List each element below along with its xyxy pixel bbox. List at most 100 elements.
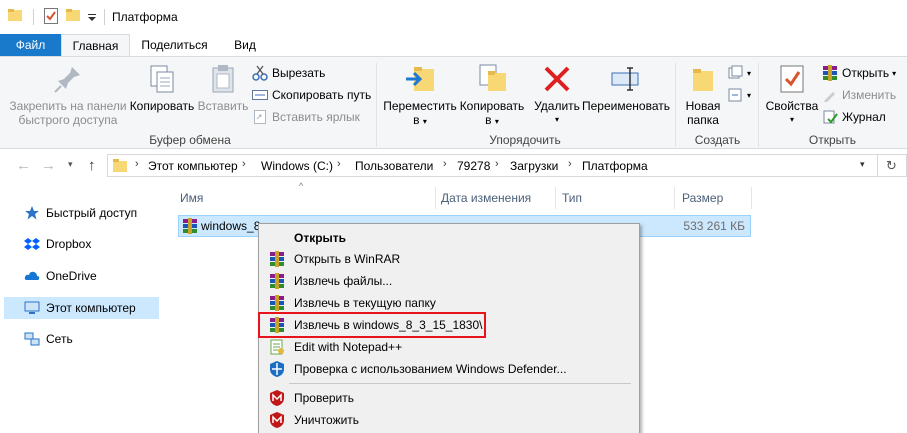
paste-button[interactable]: Вставить — [197, 63, 249, 113]
menu-item-open[interactable]: Открыть — [261, 227, 637, 249]
mcafee-icon — [269, 412, 285, 428]
history-icon — [822, 109, 838, 125]
delete-label: Удалить — [534, 99, 580, 113]
up-arrow-icon[interactable]: ↑ — [88, 157, 96, 174]
customize-toolbar-icon[interactable] — [88, 11, 96, 21]
rename-button[interactable]: Переименовать — [582, 63, 670, 113]
new-folder-button[interactable]: Новая папка — [678, 63, 728, 127]
chevron-down-icon[interactable]: ▾ — [860, 159, 865, 170]
menu-item-label: Открыть в WinRAR — [294, 252, 401, 266]
chevron-right-icon[interactable]: › — [443, 158, 447, 170]
dropdown-arrow-icon: ▾ — [892, 68, 897, 78]
file-size: 533 261 КБ — [683, 219, 745, 233]
tab-view[interactable]: Вид — [219, 34, 271, 57]
copy-button[interactable]: Копировать — [128, 63, 196, 113]
menu-item-extract-here[interactable]: Извлечь в текущую папку — [261, 292, 637, 314]
ribbon-tabs: Файл Главная Поделиться Вид — [0, 34, 907, 57]
paste-shortcut-button[interactable]: Вставить ярлык — [252, 107, 360, 127]
nav-item-dropbox[interactable]: Dropbox — [4, 233, 159, 255]
move-to-button[interactable]: Переместить в ▾ — [382, 63, 458, 129]
divider — [376, 63, 377, 147]
menu-item-notepad[interactable]: Edit with Notepad++ — [261, 336, 637, 358]
star-icon — [24, 205, 40, 221]
breadcrumb-this-pc[interactable]: Этот компьютер — [148, 159, 238, 173]
copy-to-label-line2: в — [485, 113, 492, 127]
refresh-button[interactable]: ↻ — [878, 154, 907, 177]
nav-item-label: Dropbox — [46, 237, 92, 251]
breadcrumb-users[interactable]: Пользователи — [355, 159, 433, 173]
history-button[interactable]: Журнал — [822, 107, 886, 127]
pin-quick-access-button[interactable]: Закрепить на панели быстрого доступа — [8, 63, 128, 127]
menu-item-label: Edit with Notepad++ — [294, 340, 403, 354]
properties-icon[interactable] — [44, 8, 58, 24]
chevron-right-icon[interactable]: › — [135, 158, 139, 170]
divider — [555, 187, 556, 209]
tab-home[interactable]: Главная — [61, 34, 130, 57]
menu-item-label: Извлечь файлы... — [294, 274, 393, 288]
properties-button[interactable]: Свойства ▾ — [762, 63, 822, 127]
recent-locations-icon[interactable]: ▾ — [68, 159, 73, 170]
edit-button[interactable]: Изменить — [822, 85, 896, 105]
divider — [104, 9, 105, 25]
menu-item-open-winrar[interactable]: Открыть в WinRAR — [261, 248, 637, 270]
breadcrumb-downloads[interactable]: Загрузки — [510, 159, 558, 173]
nav-item-label: Быстрый доступ — [46, 206, 138, 220]
open-group-label: Открыть — [808, 133, 857, 147]
forward-arrow-icon[interactable]: → — [41, 157, 56, 174]
chevron-right-icon[interactable]: › — [495, 158, 499, 170]
menu-item-defender-scan[interactable]: Проверка с использованием Windows Defend… — [261, 358, 637, 380]
tab-file[interactable]: Файл — [0, 34, 61, 57]
address-bar[interactable]: › Этот компьютер › Windows (C:) › Пользо… — [107, 154, 878, 177]
cut-label: Вырезать — [272, 66, 326, 80]
pin-label-line2: быстрого доступа — [18, 113, 118, 127]
chevron-right-icon[interactable]: › — [242, 158, 246, 170]
divider — [751, 187, 752, 209]
easy-access-button[interactable]: ▾ — [727, 85, 751, 105]
open-button[interactable]: Открыть ▾ — [822, 63, 896, 83]
tab-share[interactable]: Поделиться — [130, 34, 219, 57]
delete-button[interactable]: Удалить ▾ — [532, 63, 582, 127]
chevron-right-icon[interactable]: › — [568, 158, 572, 170]
column-header-date[interactable]: Дата изменения — [441, 187, 531, 209]
menu-item-label: Извлечь в текущую папку — [294, 296, 436, 310]
new-item-button[interactable]: ▾ — [727, 63, 751, 83]
nav-item-onedrive[interactable]: OneDrive — [4, 265, 159, 287]
nav-item-this-pc[interactable]: Этот компьютер — [4, 297, 159, 319]
divider — [675, 63, 676, 147]
new-item-icon — [727, 65, 743, 81]
open-label: Открыть — [842, 66, 890, 80]
back-arrow-icon[interactable]: ← — [16, 157, 31, 174]
menu-item-label: Проверить — [294, 391, 355, 405]
folder-icon — [8, 9, 22, 21]
breadcrumb-user[interactable]: 79278 — [457, 159, 490, 173]
cut-button[interactable]: Вырезать — [252, 63, 325, 83]
chevron-right-icon[interactable]: › — [337, 158, 341, 170]
sort-indicator-icon: ^ — [299, 181, 304, 191]
navigation-pane: Быстрый доступ Dropbox OneDrive Этот ком… — [0, 183, 170, 433]
menu-item-extract-files[interactable]: Извлечь файлы... — [261, 270, 637, 292]
new-group-label: Создать — [694, 133, 741, 147]
new-folder-icon[interactable] — [66, 9, 80, 21]
mcafee-icon — [269, 390, 285, 406]
copy-to-button[interactable]: Копировать в ▾ — [457, 63, 527, 129]
menu-item-shred[interactable]: Уничтожить — [261, 409, 637, 431]
paste-shortcut-icon — [252, 109, 268, 125]
dropdown-arrow-icon: ▾ — [747, 90, 752, 100]
nav-item-quick-access[interactable]: Быстрый доступ — [4, 202, 159, 224]
copy-path-button[interactable]: Скопировать путь — [252, 85, 371, 105]
dropdown-arrow-icon: ▾ — [747, 68, 752, 78]
nav-item-label: Сеть — [46, 332, 73, 346]
breadcrumb-drive-c[interactable]: Windows (C:) — [261, 159, 333, 173]
dropdown-arrow-icon: ▾ — [494, 117, 499, 126]
winrar-icon — [269, 295, 285, 311]
column-header-name[interactable]: Имя — [180, 187, 203, 209]
breadcrumb-current[interactable]: Платформа — [582, 159, 648, 173]
nav-item-network[interactable]: Сеть — [4, 328, 159, 350]
copy-path-icon — [252, 87, 268, 103]
pin-label-line1: Закрепить на панели — [9, 99, 127, 113]
menu-item-label: Уничтожить — [294, 413, 360, 427]
column-header-type[interactable]: Тип — [562, 187, 582, 209]
column-header-size[interactable]: Размер — [682, 187, 723, 209]
winrar-icon — [822, 65, 838, 81]
menu-item-scan[interactable]: Проверить — [261, 387, 637, 409]
